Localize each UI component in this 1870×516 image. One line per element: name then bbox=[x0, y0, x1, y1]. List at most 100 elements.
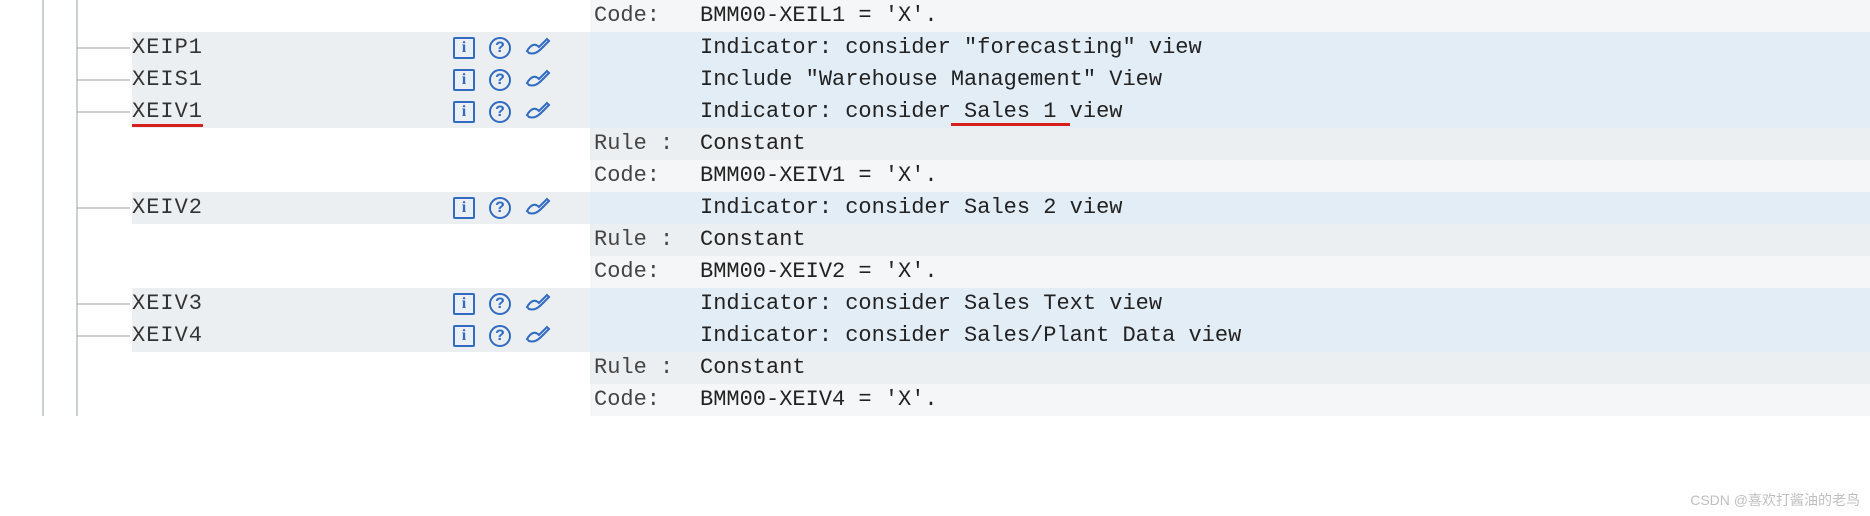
label-rule: Rule : bbox=[590, 224, 700, 256]
label-blank bbox=[590, 96, 700, 128]
tree-col bbox=[0, 160, 445, 192]
edit-icon[interactable] bbox=[525, 325, 551, 347]
rule-value: Constant bbox=[700, 352, 1870, 384]
tree-connector bbox=[0, 352, 445, 384]
label-rule: Rule : bbox=[590, 128, 700, 160]
watermark: CSDN @喜欢打酱油的老鸟 bbox=[1690, 490, 1860, 510]
tree-node-xeiv1[interactable]: XEIV1 bbox=[132, 96, 445, 128]
tree-col: XEIV2 bbox=[0, 192, 445, 224]
tree-connector bbox=[0, 160, 445, 192]
desc-xeip1: Indicator: consider "forecasting" view bbox=[700, 32, 1870, 64]
rule-value: Constant bbox=[700, 128, 1870, 160]
help-icon[interactable]: ? bbox=[489, 197, 511, 219]
desc-xeiv1: Indicator: consider Sales 1 view bbox=[700, 96, 1870, 128]
help-icon[interactable]: ? bbox=[489, 69, 511, 91]
row-code-xeiv1: Code: BMM00-XEIV1 = 'X'. bbox=[0, 160, 1870, 192]
row-rule-xeiv4: Rule : Constant bbox=[0, 352, 1870, 384]
row-xeis1: XEIS1 i ? Include "Warehouse Management"… bbox=[0, 64, 1870, 96]
help-icon[interactable]: ? bbox=[489, 37, 511, 59]
desc-xeiv2: Indicator: consider Sales 2 view bbox=[700, 192, 1870, 224]
row-xeiv4: XEIV4 i ? Indicator: consider Sales/Plan… bbox=[0, 320, 1870, 352]
info-icon[interactable]: i bbox=[453, 293, 475, 315]
tree-connector bbox=[0, 224, 445, 256]
info-icon[interactable]: i bbox=[453, 101, 475, 123]
label-code: Code: bbox=[590, 384, 700, 416]
tree-connector bbox=[0, 384, 445, 416]
tree-node-xeiv4[interactable]: XEIV4 bbox=[132, 320, 445, 352]
help-icon[interactable]: ? bbox=[489, 101, 511, 123]
icons-col bbox=[445, 384, 590, 416]
edit-icon[interactable] bbox=[525, 197, 551, 219]
icons-col bbox=[445, 128, 590, 160]
tree-col: XEIV4 bbox=[0, 320, 445, 352]
row-rule-xeiv2: Rule : Constant bbox=[0, 224, 1870, 256]
icons-col bbox=[445, 352, 590, 384]
label-code: Code: bbox=[590, 256, 700, 288]
icons-col bbox=[445, 224, 590, 256]
row-xeiv1: XEIV1 i ? Indicator: consider Sales 1 vi… bbox=[0, 96, 1870, 128]
tree-col bbox=[0, 0, 445, 32]
code-value: BMM00-XEIV1 = 'X'. bbox=[700, 160, 1870, 192]
desc-xeiv4: Indicator: consider Sales/Plant Data vie… bbox=[700, 320, 1870, 352]
row-code-xeiv2: Code: BMM00-XEIV2 = 'X'. bbox=[0, 256, 1870, 288]
label-code: Code: bbox=[590, 160, 700, 192]
tree-col: XEIV3 bbox=[0, 288, 445, 320]
info-icon[interactable]: i bbox=[453, 69, 475, 91]
icons-col: i ? bbox=[445, 192, 590, 224]
icons-col bbox=[445, 0, 590, 32]
row-rule-xeiv1: Rule : Constant bbox=[0, 128, 1870, 160]
edit-icon[interactable] bbox=[525, 101, 551, 123]
help-icon[interactable]: ? bbox=[489, 293, 511, 315]
icons-col: i ? bbox=[445, 96, 590, 128]
label-code: Code: bbox=[590, 0, 700, 32]
desc-part-c: view bbox=[1070, 99, 1123, 124]
tree-connector bbox=[0, 128, 445, 160]
row-xeiv2: XEIV2 i ? Indicator: consider Sales 2 vi… bbox=[0, 192, 1870, 224]
icons-col: i ? bbox=[445, 320, 590, 352]
tree-col: XEIP1 bbox=[0, 32, 445, 64]
label-rule: Rule : bbox=[590, 352, 700, 384]
code-value: BMM00-XEIL1 = 'X'. bbox=[700, 0, 1870, 32]
icons-col: i ? bbox=[445, 32, 590, 64]
tree-connector bbox=[0, 0, 445, 32]
label-blank bbox=[590, 320, 700, 352]
highlight-xeiv1: XEIV1 bbox=[132, 99, 203, 127]
icons-col: i ? bbox=[445, 288, 590, 320]
label-blank bbox=[590, 288, 700, 320]
tree-col: XEIV1 bbox=[0, 96, 445, 128]
edit-icon[interactable] bbox=[525, 37, 551, 59]
info-icon[interactable]: i bbox=[453, 197, 475, 219]
tree-node-xeiv3[interactable]: XEIV3 bbox=[132, 288, 445, 320]
tree-col bbox=[0, 352, 445, 384]
info-icon[interactable]: i bbox=[453, 325, 475, 347]
tree-node-xeiv2[interactable]: XEIV2 bbox=[132, 192, 445, 224]
label-blank bbox=[590, 64, 700, 96]
tree-col bbox=[0, 384, 445, 416]
tree-node-xeis1[interactable]: XEIS1 bbox=[132, 64, 445, 96]
desc-part-a: Indicator: consider bbox=[700, 99, 951, 124]
code-value: BMM00-XEIV4 = 'X'. bbox=[700, 384, 1870, 416]
desc-xeiv3: Indicator: consider Sales Text view bbox=[700, 288, 1870, 320]
tree-col: XEIS1 bbox=[0, 64, 445, 96]
tree-connector bbox=[0, 256, 445, 288]
label-blank bbox=[590, 32, 700, 64]
tree-col bbox=[0, 128, 445, 160]
help-icon[interactable]: ? bbox=[489, 325, 511, 347]
icons-col bbox=[445, 256, 590, 288]
desc-xeis1: Include "Warehouse Management" View bbox=[700, 64, 1870, 96]
row-code-xeil1: Code: BMM00-XEIL1 = 'X'. bbox=[0, 0, 1870, 32]
icons-col bbox=[445, 160, 590, 192]
tree-col bbox=[0, 224, 445, 256]
row-code-xeiv4: Code: BMM00-XEIV4 = 'X'. bbox=[0, 384, 1870, 416]
code-value: BMM00-XEIV2 = 'X'. bbox=[700, 256, 1870, 288]
label-blank bbox=[590, 192, 700, 224]
icons-col: i ? bbox=[445, 64, 590, 96]
highlight-sales1: Sales 1 bbox=[951, 99, 1070, 124]
info-icon[interactable]: i bbox=[453, 37, 475, 59]
tree-node-xeip1[interactable]: XEIP1 bbox=[132, 32, 445, 64]
row-xeip1: XEIP1 i ? Indicator: consider "forecasti… bbox=[0, 32, 1870, 64]
edit-icon[interactable] bbox=[525, 69, 551, 91]
edit-icon[interactable] bbox=[525, 293, 551, 315]
row-xeiv3: XEIV3 i ? Indicator: consider Sales Text… bbox=[0, 288, 1870, 320]
tree-col bbox=[0, 256, 445, 288]
